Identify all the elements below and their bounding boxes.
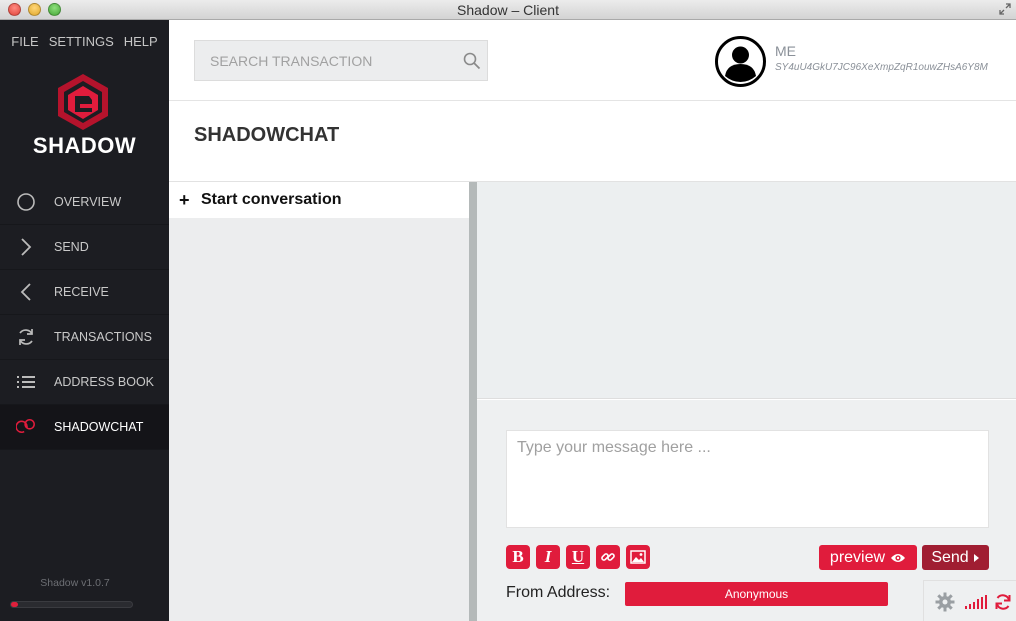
from-address-label: From Address: — [506, 584, 611, 601]
avatar[interactable] — [715, 36, 766, 87]
user-address: SY4uU4GkU7JC96XeXmpZqR1ouwZHsA6Y8M — [775, 62, 988, 73]
plus-icon: + — [179, 189, 190, 210]
user-name: ME — [775, 43, 796, 59]
sidebar-item-label: ADDRESS BOOK — [54, 375, 155, 389]
menu-help[interactable]: HELP — [124, 34, 158, 49]
preview-button[interactable]: preview — [819, 545, 917, 570]
preview-label: preview — [829, 548, 886, 566]
sidebar-item-send[interactable]: SEND — [0, 225, 169, 270]
underline-button[interactable]: U — [566, 545, 590, 569]
chevron-right-icon — [21, 238, 32, 256]
start-conversation-button[interactable]: + Start conversation — [169, 182, 469, 218]
menu-settings[interactable]: SETTINGS — [49, 34, 114, 49]
sidebar: FILE SETTINGS HELP SHADOW OVERVIEW SEND … — [0, 20, 169, 621]
search-icon[interactable] — [463, 52, 481, 70]
sync-progress-bar — [10, 601, 133, 608]
image-icon — [630, 550, 646, 564]
bold-button[interactable]: B — [506, 545, 530, 569]
gear-icon[interactable] — [935, 592, 955, 612]
search-input[interactable] — [195, 41, 455, 80]
eye-icon — [891, 553, 906, 562]
sidebar-item-transactions[interactable]: TRANSACTIONS — [0, 315, 169, 360]
menu-file[interactable]: FILE — [11, 34, 38, 49]
sidebar-item-overview[interactable]: OVERVIEW — [0, 180, 169, 225]
start-conversation-label: Start conversation — [201, 191, 342, 208]
send-label: Send — [931, 548, 969, 566]
chat-icon — [16, 418, 35, 433]
list-icon — [17, 376, 35, 388]
sync-icon — [995, 594, 1011, 610]
sidebar-item-shadowchat[interactable]: SHADOWCHAT — [0, 405, 169, 450]
refresh-icon — [19, 329, 33, 345]
message-thread — [477, 182, 1016, 399]
search-box — [194, 40, 488, 81]
insert-image-button[interactable] — [626, 545, 650, 569]
connection-signal-icon — [965, 595, 987, 609]
from-address-select[interactable]: Anonymous — [625, 582, 888, 606]
send-button[interactable]: Send — [922, 545, 989, 570]
sidebar-item-label: OVERVIEW — [54, 195, 122, 209]
link-icon — [601, 553, 615, 561]
circle-icon — [17, 193, 35, 211]
sidebar-item-address-book[interactable]: ADDRESS BOOK — [0, 360, 169, 405]
shadow-logo-icon — [58, 74, 108, 130]
chevron-left-icon — [20, 283, 31, 301]
conversation-list: + Start conversation — [169, 182, 469, 621]
italic-button[interactable]: I — [536, 545, 560, 569]
caret-right-icon — [973, 553, 979, 562]
sidebar-nav: OVERVIEW SEND RECEIVE TRANSACTIONS ADDRE… — [0, 180, 169, 450]
brand-name: SHADOW — [32, 133, 137, 158]
window-title: Shadow – Client — [457, 2, 559, 18]
sidebar-item-receive[interactable]: RECEIVE — [0, 270, 169, 315]
sync-progress-fill — [11, 602, 19, 607]
top-header: ME SY4uU4GkU7JC96XeXmpZqR1ouwZHsA6Y8M — [169, 20, 1016, 101]
pane-divider[interactable] — [469, 182, 477, 621]
status-bar — [923, 580, 1016, 621]
sidebar-item-label: SHADOWCHAT — [54, 420, 144, 434]
sidebar-item-label: SEND — [54, 240, 89, 254]
app-menubar: FILE SETTINGS HELP — [0, 34, 169, 49]
page-header: SHADOWCHAT — [169, 101, 1016, 182]
message-input[interactable] — [507, 431, 988, 527]
app-version: Shadow v1.0.7 — [40, 577, 110, 589]
insert-link-button[interactable] — [596, 545, 620, 569]
page-title: SHADOWCHAT — [194, 124, 340, 146]
window-titlebar: Shadow – Client — [0, 0, 1016, 20]
message-box — [506, 430, 989, 528]
sidebar-item-label: TRANSACTIONS — [54, 330, 152, 344]
fullscreen-icon[interactable] — [998, 2, 1012, 16]
sidebar-item-label: RECEIVE — [54, 285, 109, 299]
